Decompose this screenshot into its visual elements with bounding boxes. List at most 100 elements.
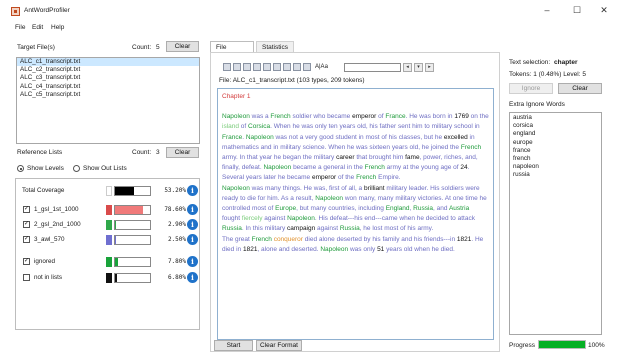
text-token: of the: [336, 174, 357, 182]
text-token: of: [238, 123, 249, 131]
color-swatch[interactable]: [106, 235, 112, 245]
ignore-word-item[interactable]: french: [510, 155, 601, 163]
case-toggle[interactable]: A|Aa: [315, 64, 328, 70]
save-icon[interactable]: [223, 63, 231, 71]
text-token: , but many countries, including: [296, 205, 386, 213]
text-token: Napoleon: [315, 194, 344, 202]
file-list-item[interactable]: ALC_c1_transcript.txt: [17, 58, 199, 67]
info-icon[interactable]: i: [187, 204, 198, 215]
text-token: . His defeat---his end---came when he de…: [314, 215, 475, 223]
text-token: army at the young age of: [384, 164, 461, 172]
extra-ignore-words-list[interactable]: austria corsica england europe france french n…: [509, 112, 602, 335]
table-icon[interactable]: [303, 63, 311, 71]
info-icon[interactable]: i: [187, 256, 198, 267]
ignore-word-item[interactable]: corsica: [510, 122, 601, 130]
extra-ignore-label: Extra Ignore Words: [509, 101, 565, 108]
tokens-info: Tokens: 1 (0.48%) Level: 5: [509, 71, 586, 78]
prev-match-icon[interactable]: ◂: [403, 63, 412, 72]
clear-format-button[interactable]: Clear Format: [256, 340, 302, 351]
text-token: French: [270, 113, 291, 121]
reference-list-row: ✓ 3_awl_570 2.50% i: [16, 234, 201, 246]
ignore-word-item[interactable]: europe: [510, 139, 601, 147]
clear-reference-lists-button[interactable]: Clear: [166, 147, 199, 158]
menu-file[interactable]: File: [15, 24, 25, 31]
highlight-icon[interactable]: [273, 63, 281, 71]
color-swatch[interactable]: [106, 186, 112, 196]
text-token: Napoleon: [245, 133, 274, 141]
coverage-percent: 2.50%: [167, 236, 186, 243]
color-swatch[interactable]: [106, 205, 112, 215]
coverage-bar: [114, 257, 151, 267]
show-out-lists-radio[interactable]: [73, 165, 80, 172]
ignore-button[interactable]: Ignore: [509, 83, 553, 94]
color-swatch[interactable]: [106, 273, 112, 283]
list-icon[interactable]: [293, 63, 301, 71]
right-panel: Text selection: chapter Tokens: 1 (0.48%…: [508, 38, 608, 356]
text-token: military: [431, 123, 453, 131]
reference-list-name: 3_awl_570: [34, 236, 65, 243]
color-icon[interactable]: [263, 63, 271, 71]
info-icon[interactable]: i: [187, 272, 198, 283]
info-icon[interactable]: i: [187, 219, 198, 230]
maximize-button[interactable]: ☐: [566, 3, 588, 17]
text-token: that brought him: [354, 154, 406, 162]
ignore-word-item[interactable]: england: [510, 130, 601, 138]
color-swatch[interactable]: [106, 220, 112, 230]
color-swatch[interactable]: [106, 257, 112, 267]
clear-target-files-button[interactable]: Clear: [166, 41, 199, 52]
ignore-word-item[interactable]: russia: [510, 171, 601, 179]
text-token: Europe: [275, 205, 297, 213]
menu-bar: File Edit Help: [0, 22, 617, 33]
underline-icon[interactable]: [283, 63, 291, 71]
clear-selection-button[interactable]: Clear: [558, 83, 602, 94]
document-text-area[interactable]: Chapter 1 Napoleon was a French soldier …: [217, 88, 494, 340]
text-token: school in: [452, 123, 480, 131]
image-icon[interactable]: [253, 63, 261, 71]
reference-list-row: ✓ ignored 7.80% i: [16, 256, 201, 268]
search-input[interactable]: [344, 63, 401, 72]
text-token: fame: [405, 154, 420, 162]
menu-help[interactable]: Help: [51, 24, 64, 31]
reference-list-checkbox[interactable]: ✓: [23, 221, 30, 228]
format-icon[interactable]: [243, 63, 251, 71]
info-icon[interactable]: i: [187, 234, 198, 245]
text-token: soldier who became: [290, 113, 353, 121]
file-list-item[interactable]: ALC_c5_transcript.txt: [17, 91, 199, 99]
coverage-bar-fill: [115, 258, 118, 266]
next-match-icon[interactable]: ▸: [425, 63, 434, 72]
reference-list-name: ignored: [34, 258, 56, 265]
text-token: . In this: [241, 225, 265, 233]
reference-list-checkbox[interactable]: ✓: [23, 258, 30, 265]
text-token: campaign: [287, 225, 316, 233]
show-levels-radio[interactable]: [17, 165, 24, 172]
window-title: AntWordProfiler: [24, 7, 70, 14]
target-file-list[interactable]: ALC_c1_transcript.txt ALC_c2_transcript.t…: [16, 57, 200, 144]
close-button[interactable]: ✕: [593, 3, 615, 17]
reference-list-checkbox[interactable]: ✓: [23, 206, 30, 213]
start-button[interactable]: Start: [214, 340, 253, 351]
text-selection-label: Text selection:: [509, 59, 551, 66]
ignore-word-item[interactable]: napoleon: [510, 163, 601, 171]
ignore-word-item[interactable]: austria: [510, 114, 601, 122]
text-token: military: [386, 184, 407, 192]
reference-list-name: 1_gsl_1st_1000: [34, 206, 79, 213]
file-list-item[interactable]: ALC_c4_transcript.txt: [17, 83, 199, 91]
target-count-value: 5: [156, 44, 160, 51]
reference-list-checkbox[interactable]: ✓: [23, 236, 30, 243]
file-list-item[interactable]: ALC_c2_transcript.txt: [17, 66, 199, 74]
document-paragraph: Napoleon was many things. He was, first …: [222, 184, 489, 235]
minimize-button[interactable]: –: [536, 3, 558, 17]
info-icon[interactable]: i: [187, 185, 198, 196]
coverage-percent: 78.60%: [164, 206, 186, 213]
coverage-percent: 53.20%: [164, 187, 186, 194]
dropdown-icon[interactable]: ▾: [414, 63, 423, 72]
copy-icon[interactable]: [233, 63, 241, 71]
coverage-bar: [114, 235, 151, 245]
reference-list-row: ✓ 2_gsl_2nd_1000 2.90% i: [16, 219, 201, 231]
text-token: against: [315, 225, 340, 233]
text-token: , and: [433, 205, 449, 213]
menu-edit[interactable]: Edit: [32, 24, 43, 31]
file-list-item[interactable]: ALC_c3_transcript.txt: [17, 74, 199, 82]
reference-list-checkbox[interactable]: [23, 274, 30, 281]
ignore-word-item[interactable]: france: [510, 147, 601, 155]
